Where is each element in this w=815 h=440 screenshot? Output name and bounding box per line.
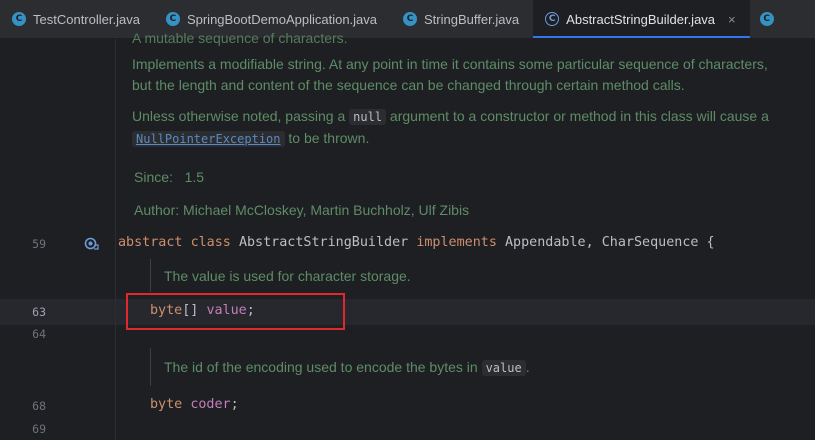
inline-code-null: null xyxy=(349,109,387,125)
javadoc-text: Unless otherwise noted, passing a xyxy=(132,108,350,124)
current-line-highlight xyxy=(0,299,815,325)
tab-abstractstringbuilder[interactable]: C AbstractStringBuilder.java × xyxy=(533,0,751,38)
gutter-separator xyxy=(115,39,116,440)
implemented-interface-icon[interactable] xyxy=(84,237,100,251)
keyword-class: class xyxy=(190,235,231,250)
javadoc-exception-line: NullPointerException to be thrown. xyxy=(132,128,369,150)
interfaces-list: Appendable, CharSequence { xyxy=(505,235,715,250)
keyword-implements: implements xyxy=(416,235,497,250)
editor-tab-bar: C TestController.java C SpringBootDemoAp… xyxy=(0,0,815,39)
tab-testcontroller[interactable]: C TestController.java xyxy=(0,0,154,38)
field-coder-declaration[interactable]: byte coder; xyxy=(150,397,239,412)
keyword-abstract: abstract xyxy=(118,235,183,250)
author-label: Author: xyxy=(134,202,180,218)
line-number: 59 xyxy=(32,237,46,251)
inline-code-value: value xyxy=(481,360,526,376)
since-value: 1.5 xyxy=(184,169,205,185)
tab-stringbuffer[interactable]: C StringBuffer.java xyxy=(391,0,533,38)
class-declaration[interactable]: abstract class AbstractStringBuilder imp… xyxy=(118,235,715,250)
javadoc-text: to be thrown. xyxy=(284,130,370,146)
tab-label: TestController.java xyxy=(33,11,140,27)
javadoc-author: Author: Michael McCloskey, Martin Buchho… xyxy=(134,200,469,221)
tab-label: AbstractStringBuilder.java xyxy=(566,11,716,27)
author-value: Michael McCloskey, Martin Buchholz, Ulf … xyxy=(183,202,470,218)
field-value-doc: The value is used for character storage. xyxy=(164,268,411,284)
tab-label: StringBuffer.java xyxy=(424,11,520,27)
red-highlight-box xyxy=(126,293,345,330)
java-class-icon: C xyxy=(165,12,180,26)
tab-overflow[interactable]: C xyxy=(750,0,788,38)
java-class-icon: C xyxy=(759,12,774,26)
class-name: AbstractStringBuilder xyxy=(238,235,409,250)
javadoc-bar xyxy=(150,259,151,292)
javadoc-null-paragraph: Unless otherwise noted, passing a null a… xyxy=(132,106,769,128)
java-class-icon: C xyxy=(12,12,26,26)
semicolon: ; xyxy=(230,397,239,412)
field-coder-doc: The id of the encoding used to encode th… xyxy=(164,359,530,376)
javadoc-bar xyxy=(150,348,151,386)
java-class-icon: C xyxy=(403,12,418,26)
javadoc-paragraph-line: Implements a modifiable string. At any p… xyxy=(132,56,768,72)
javadoc-text: . xyxy=(525,359,530,375)
javadoc-paragraph-line: but the length and content of the sequen… xyxy=(132,77,685,93)
abstract-class-icon: C xyxy=(545,12,560,26)
line-number: 64 xyxy=(32,327,46,341)
javadoc-summary-partial: A mutable sequence of characters. xyxy=(132,30,348,46)
field-name-coder: coder xyxy=(190,397,231,412)
since-label: Since: xyxy=(134,169,173,185)
close-tab-icon[interactable]: × xyxy=(728,12,736,27)
tab-label: SpringBootDemoApplication.java xyxy=(186,11,378,27)
keyword-byte: byte xyxy=(150,397,183,412)
javadoc-since: Since: 1.5 xyxy=(134,167,204,188)
code-editor[interactable]: A mutable sequence of characters. Implem… xyxy=(0,30,815,440)
javadoc-text: The id of the encoding used to encode th… xyxy=(164,359,482,375)
javadoc-text: argument to a constructor or method in t… xyxy=(386,108,769,124)
line-number: 63 xyxy=(32,305,46,319)
line-number: 69 xyxy=(32,422,46,436)
line-number: 68 xyxy=(32,399,46,413)
nullpointerexception-link[interactable]: NullPointerException xyxy=(132,131,285,147)
